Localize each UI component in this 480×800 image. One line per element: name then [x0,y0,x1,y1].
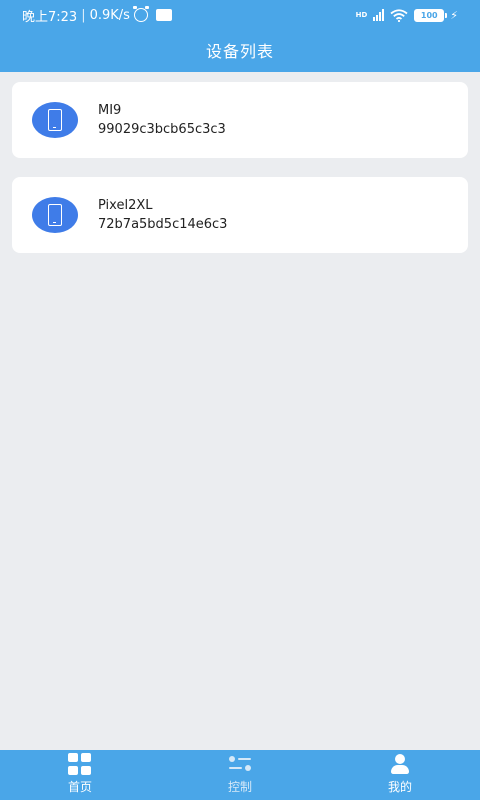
status-net-speed: 0.9K/s [89,7,130,23]
app-header: 晚上7:23 | 0.9K/s HD 100 ⚡ 设备列表 [0,0,480,72]
device-name: MI9 [98,103,122,118]
user-icon [388,753,412,775]
device-card-mi9[interactable]: MI9 99029c3bcb65c3c3 [12,82,468,158]
bottom-nav: 首页 控制 我的 [0,750,480,800]
nav-item-mine[interactable]: 我的 [320,750,480,800]
device-id: 99029c3bcb65c3c3 [98,122,226,137]
sliders-icon [228,753,252,775]
status-time: 晚上7:23 [22,9,78,25]
alarm-icon [132,6,149,22]
phone-icon [32,197,78,233]
charging-icon: ⚡ [450,8,458,22]
device-card-pixel2xl[interactable]: Pixel2XL 72b7a5bd5c14e6c3 [12,177,468,253]
status-separator: | [81,7,86,23]
signal-icon [373,9,385,21]
status-right: HD 100 ⚡ [355,8,458,22]
device-id: 72b7a5bd5c14e6c3 [98,217,228,232]
page-title: 设备列表 [205,42,274,61]
nav-label-control: 控制 [227,780,252,794]
phone-icon [32,102,78,138]
device-name: Pixel2XL [98,198,153,213]
notification-icon [155,9,172,21]
network-badge: HD [355,10,368,19]
status-bar: 晚上7:23 | 0.9K/s HD 100 ⚡ [0,0,480,30]
status-left: 晚上7:23 | 0.9K/s [22,6,172,25]
nav-label-home: 首页 [67,780,92,794]
nav-item-control[interactable]: 控制 [160,750,320,800]
wifi-icon [390,8,408,22]
grid-icon [68,753,92,775]
nav-item-home[interactable]: 首页 [0,750,160,800]
battery-icon: 100 [414,8,448,22]
nav-label-mine: 我的 [387,780,412,794]
